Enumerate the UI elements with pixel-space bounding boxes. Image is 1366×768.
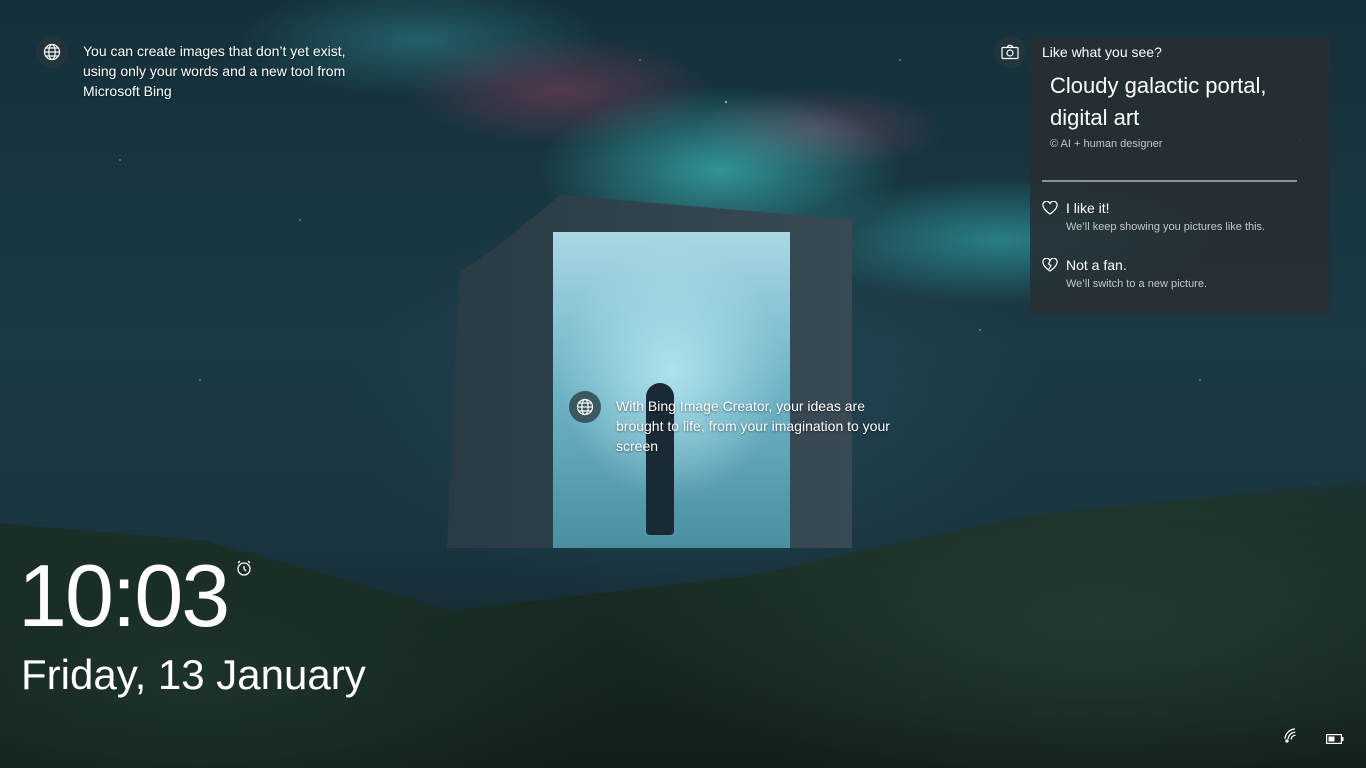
like-subtext: We’ll keep showing you pictures like thi… bbox=[1066, 221, 1266, 233]
camera-icon[interactable] bbox=[994, 36, 1026, 68]
image-title: Cloudy galactic portal, digital art bbox=[1050, 73, 1267, 130]
dislike-subtext: We’ll switch to a new picture. bbox=[1066, 278, 1208, 290]
globe-icon[interactable] bbox=[36, 36, 68, 68]
info-hotspot-top[interactable]: You can create images that don’t yet exi… bbox=[36, 36, 356, 101]
battery-icon[interactable] bbox=[1326, 731, 1344, 749]
wifi-icon[interactable] bbox=[1284, 728, 1300, 749]
dislike-label: Not a fan. bbox=[1066, 257, 1127, 273]
card-divider bbox=[1042, 180, 1297, 182]
spotlight-card: Like what you see? Cloudy galactic porta… bbox=[1030, 36, 1330, 314]
heart-icon bbox=[1042, 201, 1058, 215]
like-option[interactable]: I like it! We’ll keep showing you pictur… bbox=[1042, 200, 1322, 233]
like-label: I like it! bbox=[1066, 200, 1110, 216]
info-hotspot-center[interactable]: With Bing Image Creator, your ideas are … bbox=[569, 391, 899, 456]
globe-icon[interactable] bbox=[569, 391, 601, 423]
alarm-clock-icon bbox=[236, 560, 252, 581]
image-credit: © AI + human designer bbox=[1050, 138, 1163, 150]
lock-screen-date: Friday, 13 January bbox=[21, 651, 366, 698]
lock-screen-time: 10:03 bbox=[18, 546, 230, 645]
info-text-top: You can create images that don’t yet exi… bbox=[83, 43, 346, 99]
spotlight-heading: Like what you see? bbox=[1042, 44, 1162, 60]
broken-heart-icon bbox=[1042, 258, 1058, 272]
dislike-option[interactable]: Not a fan. We’ll switch to a new picture… bbox=[1042, 257, 1322, 290]
info-text-center: With Bing Image Creator, your ideas are … bbox=[616, 398, 890, 454]
